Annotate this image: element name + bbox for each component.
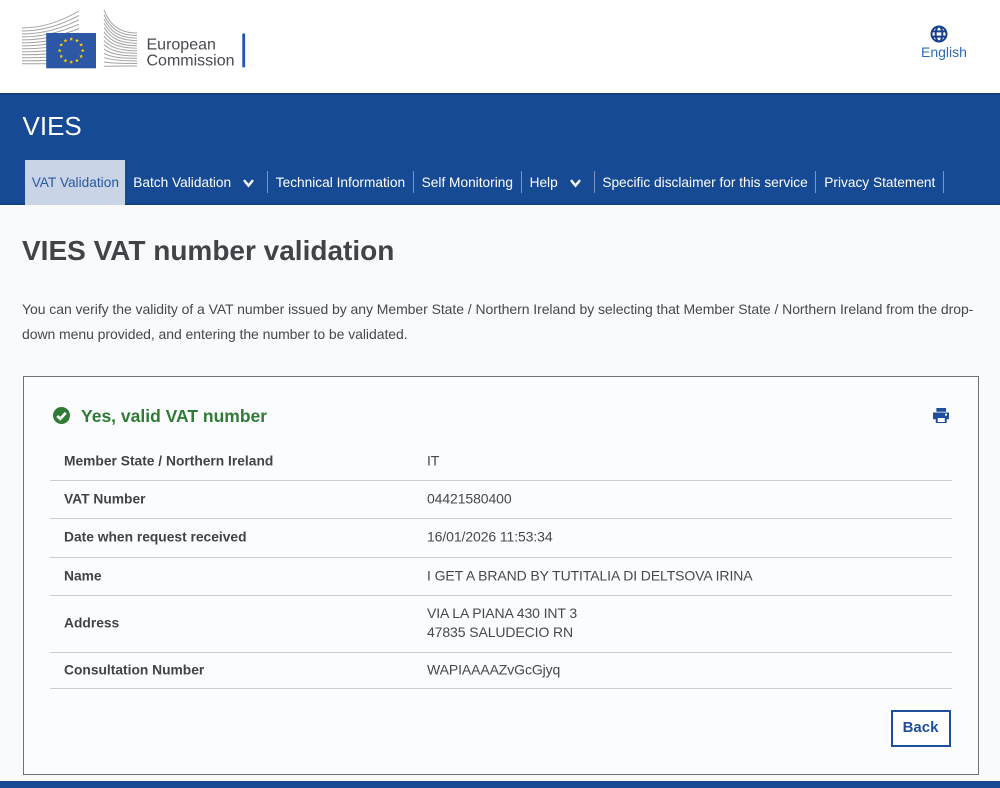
- svg-text:European: European: [147, 37, 216, 54]
- svg-text:Commission: Commission: [147, 52, 235, 69]
